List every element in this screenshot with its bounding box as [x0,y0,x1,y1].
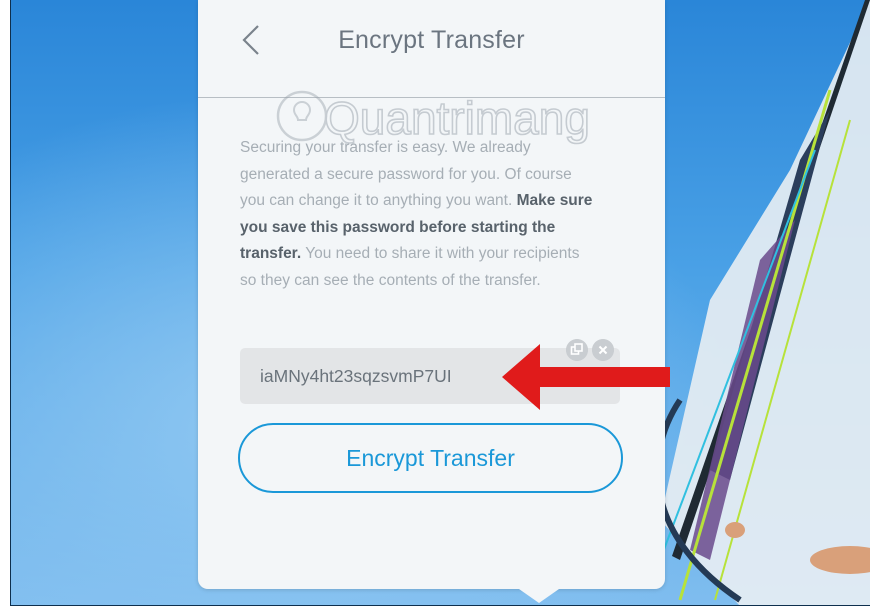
panel-notch [519,589,559,603]
encrypt-transfer-panel: Encrypt Transfer Quantrimang Securing yo… [198,0,665,589]
red-arrow-annotation [502,344,670,410]
encrypt-transfer-button[interactable]: Encrypt Transfer [238,423,623,493]
description-text: Securing your transfer is easy. We alrea… [240,135,600,294]
page-title: Encrypt Transfer [338,26,525,54]
